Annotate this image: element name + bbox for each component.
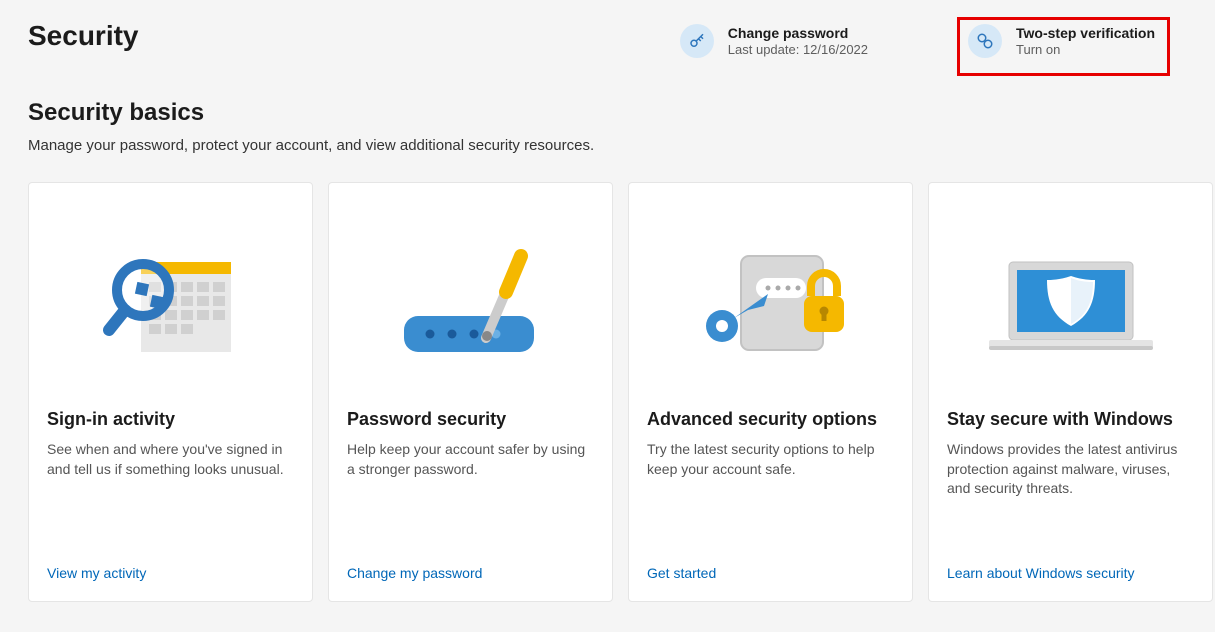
page-title: Security <box>28 20 139 52</box>
card-password-security[interactable]: Password security Help keep your account… <box>328 182 613 602</box>
change-password-sub: Last update: 12/16/2022 <box>728 42 868 59</box>
card-title: Stay secure with Windows <box>947 409 1194 430</box>
two-step-title: Two-step verification <box>1016 24 1155 42</box>
header-row: Security Change password Last update: 12… <box>28 20 1195 59</box>
card-title: Sign-in activity <box>47 409 294 430</box>
key-icon <box>680 24 714 58</box>
link-icon <box>968 24 1002 58</box>
calendar-magnifier-icon <box>47 203 294 403</box>
card-desc: See when and where you've signed in and … <box>47 440 294 553</box>
card-windows-security[interactable]: Stay secure with Windows Windows provide… <box>928 182 1213 602</box>
cards-grid: Sign-in activity See when and where you'… <box>28 182 1195 602</box>
card-desc: Try the latest security options to help … <box>647 440 894 553</box>
card-advanced-security[interactable]: Advanced security options Try the latest… <box>628 182 913 602</box>
card-title: Password security <box>347 409 594 430</box>
card-desc: Windows provides the latest antivirus pr… <box>947 440 1194 553</box>
password-pen-icon <box>347 203 594 403</box>
two-step-text: Two-step verification Turn on <box>1016 24 1155 59</box>
two-step-sub: Turn on <box>1016 42 1155 59</box>
laptop-shield-icon <box>947 203 1194 403</box>
windows-security-link[interactable]: Learn about Windows security <box>947 553 1194 581</box>
get-started-link[interactable]: Get started <box>647 553 894 581</box>
card-title: Advanced security options <box>647 409 894 430</box>
card-desc: Help keep your account safer by using a … <box>347 440 594 553</box>
header-actions: Change password Last update: 12/16/2022 … <box>680 20 1155 59</box>
two-step-verification-action[interactable]: Two-step verification Turn on <box>957 17 1170 76</box>
change-password-title: Change password <box>728 24 868 42</box>
safe-key-lock-icon <box>647 203 894 403</box>
change-password-link[interactable]: Change my password <box>347 553 594 581</box>
change-password-text: Change password Last update: 12/16/2022 <box>728 24 868 59</box>
section-heading: Security basics <box>28 99 1195 127</box>
card-signin-activity[interactable]: Sign-in activity See when and where you'… <box>28 182 313 602</box>
section-sub: Manage your password, protect your accou… <box>28 137 1195 154</box>
change-password-action[interactable]: Change password Last update: 12/16/2022 <box>680 24 868 59</box>
view-activity-link[interactable]: View my activity <box>47 553 294 581</box>
